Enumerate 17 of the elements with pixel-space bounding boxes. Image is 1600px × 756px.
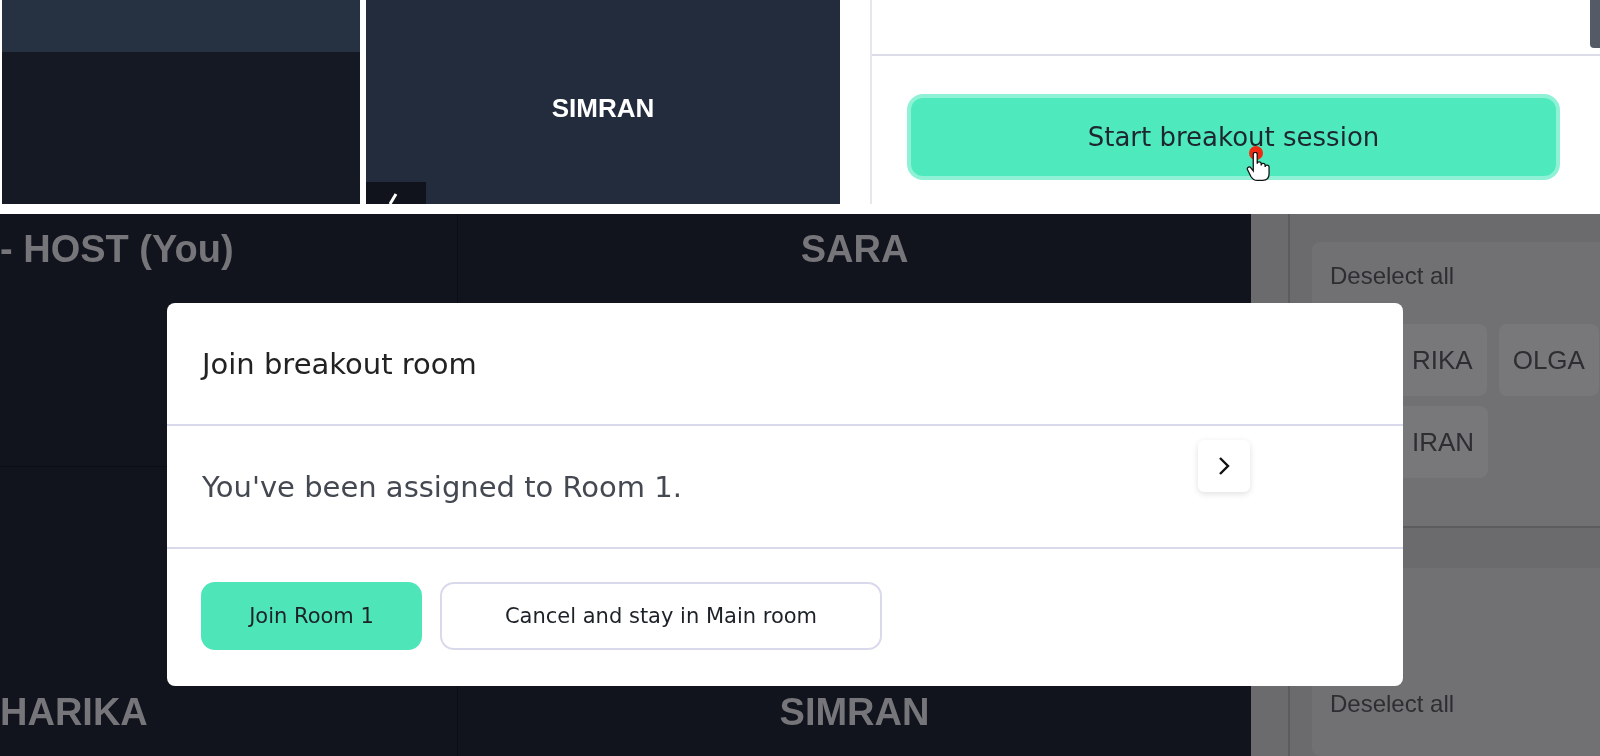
participant-name: - HOST (You) <box>0 227 234 272</box>
cancel-button[interactable]: Cancel and stay in Main room <box>440 581 882 650</box>
start-session-button[interactable]: Start breakout session <box>907 94 1560 180</box>
dialog-title: Join breakout room <box>202 346 477 381</box>
participant-name: SIMRAN <box>779 690 930 735</box>
dialog-message: You've been assigned to Room 1. <box>202 469 682 504</box>
participant-name: HARIKA <box>0 690 148 735</box>
hand-cursor-icon <box>1246 152 1270 182</box>
chevron-right-icon <box>1217 455 1231 477</box>
deselect-all-link[interactable]: Deselect all <box>1330 690 1455 717</box>
participant-name: SARA <box>800 227 909 272</box>
participant-chip[interactable]: OLGA <box>1498 324 1599 396</box>
chevron-right-button[interactable] <box>1198 440 1250 492</box>
deselect-all-link[interactable]: Deselect all <box>1330 262 1455 289</box>
participant-name: SIMRAN <box>551 93 655 125</box>
join-room-button[interactable]: Join Room 1 <box>201 581 422 650</box>
scrollbar[interactable] <box>1590 0 1600 48</box>
